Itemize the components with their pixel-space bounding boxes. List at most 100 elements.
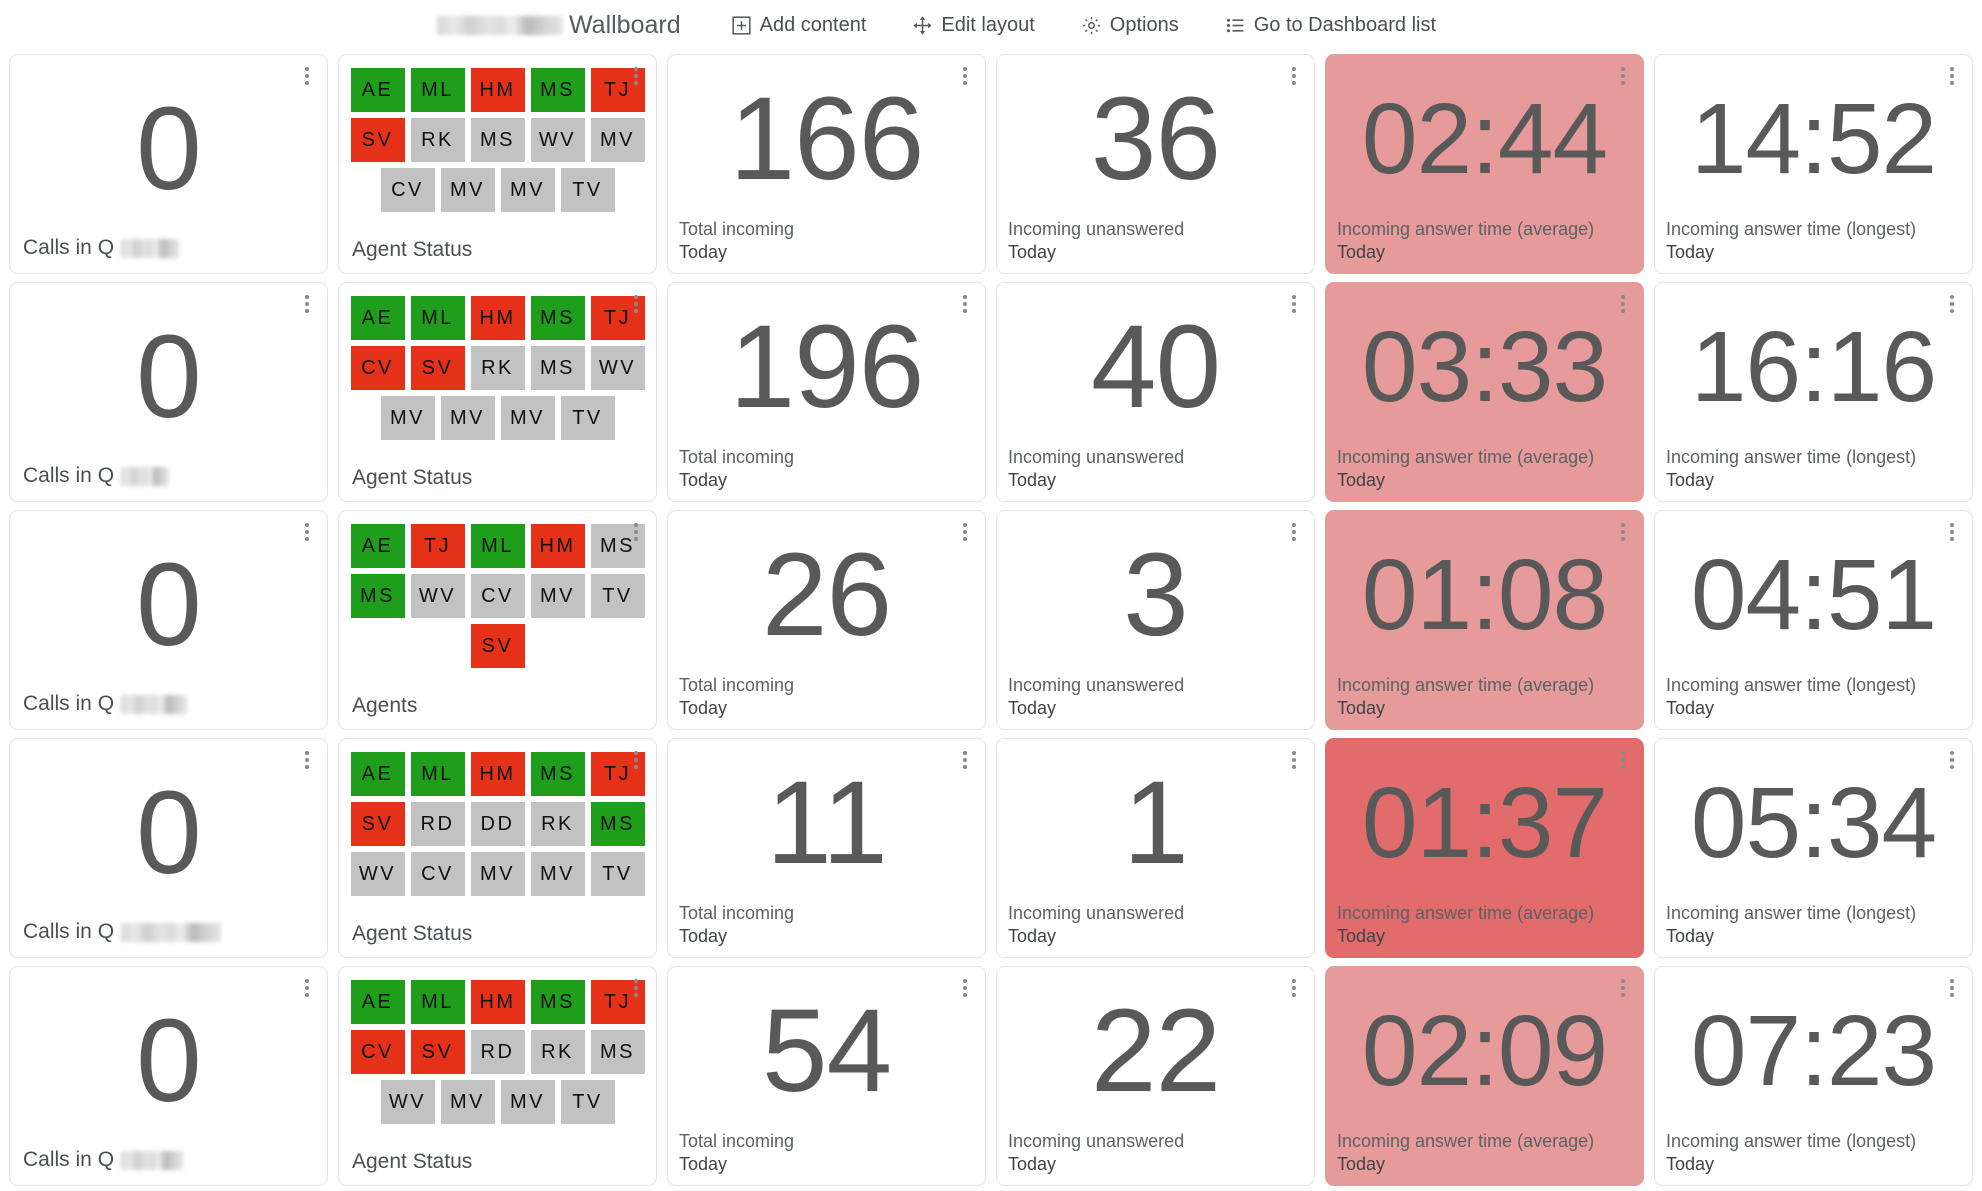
total-incoming-card-menu-icon[interactable]: [957, 521, 973, 543]
incoming-unanswered-card[interactable]: 36 Incoming unanswered Today: [996, 54, 1315, 274]
agent-tile[interactable]: MS: [590, 802, 645, 846]
agent-tile[interactable]: ML: [470, 524, 525, 568]
calls-in-queue-card[interactable]: 0 Calls in Q: [9, 282, 328, 502]
agent-tile[interactable]: HM: [470, 68, 525, 112]
calls-in-queue-menu-icon[interactable]: [299, 521, 315, 543]
agent-tile[interactable]: SV: [410, 1030, 465, 1074]
incoming-unanswered-card-menu-icon[interactable]: [1286, 293, 1302, 315]
edit-layout-button[interactable]: Edit layout: [902, 10, 1044, 41]
incoming-answer-time-longest-card-menu-icon[interactable]: [1944, 749, 1960, 771]
incoming-answer-time-average-card[interactable]: 03:33 Incoming answer time (average) Today: [1325, 282, 1644, 502]
incoming-unanswered-card-menu-icon[interactable]: [1286, 749, 1302, 771]
agent-tile[interactable]: ML: [410, 752, 465, 796]
agent-tile[interactable]: TV: [590, 574, 645, 618]
agent-tile[interactable]: AE: [350, 752, 405, 796]
agent-tile[interactable]: MV: [500, 1080, 555, 1124]
calls-in-queue-card[interactable]: 0 Calls in Q: [9, 966, 328, 1186]
agent-tile[interactable]: MS: [530, 980, 585, 1024]
agent-tile[interactable]: ML: [410, 980, 465, 1024]
total-incoming-card[interactable]: 11 Total incoming Today: [667, 738, 986, 958]
agent-tile[interactable]: MV: [590, 118, 645, 162]
agent-tile[interactable]: MV: [530, 852, 585, 896]
total-incoming-card[interactable]: 196 Total incoming Today: [667, 282, 986, 502]
go-to-dashboard-list-button[interactable]: Go to Dashboard list: [1215, 10, 1446, 41]
agent-tile[interactable]: MV: [440, 168, 495, 212]
agent-tile[interactable]: MS: [530, 752, 585, 796]
calls-in-queue-menu-icon[interactable]: [299, 749, 315, 771]
incoming-unanswered-card[interactable]: 1 Incoming unanswered Today: [996, 738, 1315, 958]
agent-tile[interactable]: ML: [410, 68, 465, 112]
agent-tile[interactable]: MV: [470, 852, 525, 896]
incoming-answer-time-average-card-menu-icon[interactable]: [1615, 977, 1631, 999]
total-incoming-card[interactable]: 54 Total incoming Today: [667, 966, 986, 1186]
agent-tile[interactable]: MV: [380, 396, 435, 440]
incoming-answer-time-longest-card-menu-icon[interactable]: [1944, 65, 1960, 87]
agent-tile[interactable]: MS: [530, 68, 585, 112]
total-incoming-card-menu-icon[interactable]: [957, 65, 973, 87]
agent-tile[interactable]: SV: [350, 802, 405, 846]
incoming-unanswered-card[interactable]: 22 Incoming unanswered Today: [996, 966, 1315, 1186]
calls-in-queue-card[interactable]: 0 Calls in Q: [9, 54, 328, 274]
agent-tile[interactable]: AE: [350, 980, 405, 1024]
add-content-button[interactable]: Add content: [721, 10, 877, 41]
agent-tile[interactable]: WV: [410, 574, 465, 618]
agent-tile[interactable]: AE: [350, 524, 405, 568]
agent-status-card[interactable]: AE ML HM MS TJ SV RK MS WV MV CV MV MV TV Agent Status: [338, 54, 657, 274]
incoming-answer-time-longest-card[interactable]: 14:52 Incoming answer time (longest) Today: [1654, 54, 1973, 274]
agent-tile[interactable]: TV: [560, 396, 615, 440]
agent-tile[interactable]: WV: [350, 852, 405, 896]
incoming-unanswered-card[interactable]: 40 Incoming unanswered Today: [996, 282, 1315, 502]
incoming-answer-time-average-card[interactable]: 02:09 Incoming answer time (average) Today: [1325, 966, 1644, 1186]
incoming-answer-time-longest-card[interactable]: 04:51 Incoming answer time (longest) Today: [1654, 510, 1973, 730]
agent-tile[interactable]: TV: [560, 1080, 615, 1124]
agent-tile[interactable]: CV: [350, 346, 405, 390]
agent-tile[interactable]: HM: [470, 752, 525, 796]
total-incoming-card-menu-icon[interactable]: [957, 977, 973, 999]
agent-tile[interactable]: CV: [380, 168, 435, 212]
agent-tile[interactable]: SV: [410, 346, 465, 390]
agent-tile[interactable]: RK: [470, 346, 525, 390]
agent-tile[interactable]: WV: [590, 346, 645, 390]
incoming-answer-time-average-card-menu-icon[interactable]: [1615, 749, 1631, 771]
incoming-unanswered-card-menu-icon[interactable]: [1286, 521, 1302, 543]
total-incoming-card-menu-icon[interactable]: [957, 749, 973, 771]
agent-tile[interactable]: MV: [530, 574, 585, 618]
incoming-unanswered-card-menu-icon[interactable]: [1286, 65, 1302, 87]
agent-status-menu-icon[interactable]: [628, 293, 644, 315]
agent-tile[interactable]: CV: [350, 1030, 405, 1074]
incoming-answer-time-longest-card-menu-icon[interactable]: [1944, 293, 1960, 315]
agent-tile[interactable]: MV: [500, 168, 555, 212]
incoming-answer-time-average-card[interactable]: 02:44 Incoming answer time (average) Today: [1325, 54, 1644, 274]
agent-tile[interactable]: SV: [350, 118, 405, 162]
incoming-answer-time-longest-card[interactable]: 05:34 Incoming answer time (longest) Today: [1654, 738, 1973, 958]
agent-tile[interactable]: SV: [470, 624, 525, 668]
agent-tile[interactable]: ML: [410, 296, 465, 340]
agent-tile[interactable]: MV: [440, 396, 495, 440]
incoming-answer-time-average-card-menu-icon[interactable]: [1615, 293, 1631, 315]
calls-in-queue-menu-icon[interactable]: [299, 65, 315, 87]
agent-tile[interactable]: RD: [470, 1030, 525, 1074]
incoming-answer-time-average-card-menu-icon[interactable]: [1615, 65, 1631, 87]
agent-tile[interactable]: MS: [530, 296, 585, 340]
agent-tile[interactable]: DD: [470, 802, 525, 846]
total-incoming-card-menu-icon[interactable]: [957, 293, 973, 315]
agent-tile[interactable]: MS: [590, 1030, 645, 1074]
incoming-unanswered-card-menu-icon[interactable]: [1286, 977, 1302, 999]
agent-status-card[interactable]: AE TJ ML HM MS MS WV CV MV TV SV Agents: [338, 510, 657, 730]
agent-status-menu-icon[interactable]: [628, 65, 644, 87]
agent-tile[interactable]: RK: [410, 118, 465, 162]
agent-tile[interactable]: MS: [470, 118, 525, 162]
agent-tile[interactable]: MS: [530, 346, 585, 390]
calls-in-queue-menu-icon[interactable]: [299, 977, 315, 999]
incoming-answer-time-longest-card-menu-icon[interactable]: [1944, 521, 1960, 543]
agent-tile[interactable]: MS: [350, 574, 405, 618]
total-incoming-card[interactable]: 166 Total incoming Today: [667, 54, 986, 274]
options-button[interactable]: Options: [1071, 10, 1189, 41]
agent-tile[interactable]: RD: [410, 802, 465, 846]
agent-tile[interactable]: TV: [590, 852, 645, 896]
agent-status-card[interactable]: AE ML HM MS TJ CV SV RK MS WV MV MV MV TV Agent Status: [338, 282, 657, 502]
agent-tile[interactable]: CV: [410, 852, 465, 896]
agent-status-menu-icon[interactable]: [628, 977, 644, 999]
calls-in-queue-card[interactable]: 0 Calls in Q: [9, 510, 328, 730]
agent-tile[interactable]: RK: [530, 1030, 585, 1074]
